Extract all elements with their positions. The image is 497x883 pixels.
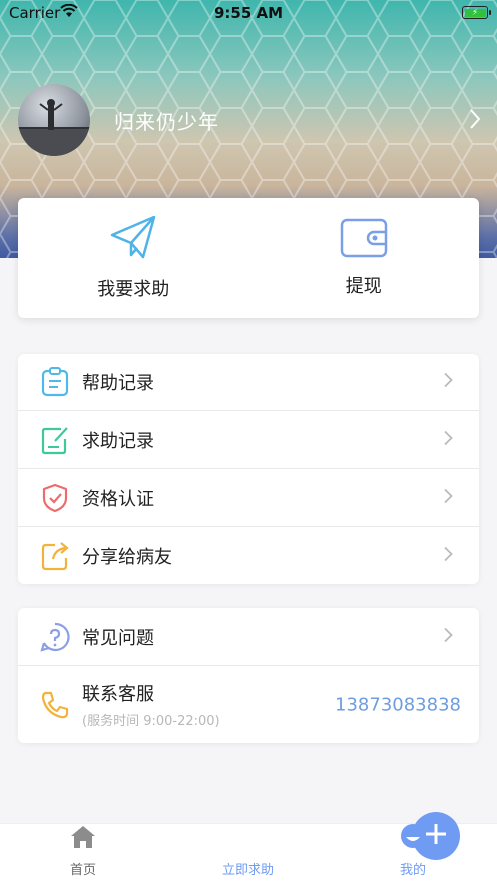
tab-bar: 首页 立即求助 我的 — [0, 812, 497, 883]
menu-item-help-records[interactable]: 帮助记录 — [18, 354, 479, 411]
chevron-right-icon — [444, 627, 453, 646]
share-icon — [40, 541, 70, 571]
chevron-right-icon — [444, 372, 453, 392]
chevron-right-icon — [444, 430, 453, 449]
question-icon — [40, 622, 70, 652]
tab-help-now[interactable]: 立即求助 — [188, 812, 460, 883]
shield-check-icon — [40, 483, 70, 513]
edit-note-icon — [40, 425, 70, 455]
request-help-button[interactable]: 我要求助 — [18, 198, 249, 318]
service-hours: (服务时间 9:00-22:00) — [82, 714, 220, 729]
status-bar: Carrier 9:55 AM ⚡ — [0, 0, 497, 26]
phone-icon — [40, 690, 70, 720]
menu-item-contact-service[interactable]: 联系客服 (服务时间 9:00-22:00) 13873083838 — [18, 666, 479, 743]
clipboard-icon — [40, 367, 70, 397]
battery-icon: ⚡ — [462, 6, 491, 19]
home-icon — [70, 825, 96, 853]
paper-plane-icon — [109, 215, 157, 265]
chevron-right-icon — [444, 546, 453, 565]
menu-item-label: 求助记录 — [82, 430, 154, 452]
chevron-right-icon — [444, 488, 453, 507]
menu-item-label: 分享给病友 — [82, 546, 172, 568]
menu-item-request-records[interactable]: 求助记录 — [18, 411, 479, 469]
username[interactable]: 归来仍少年 — [114, 106, 219, 135]
menu-item-label: 帮助记录 — [82, 373, 154, 394]
menu-item-label: 资格认证 — [82, 488, 154, 510]
withdraw-label: 提现 — [345, 276, 382, 297]
support-menu: 常见问题 联系客服 (服务时间 9:00-22:00) 13873083838 — [18, 608, 479, 743]
service-phone-number[interactable]: 13873083838 — [335, 694, 461, 715]
tab-mine-label: 我的 — [399, 863, 426, 878]
menu-item-faq[interactable]: 常见问题 — [18, 608, 479, 666]
menu-item-share[interactable]: 分享给病友 — [18, 527, 479, 584]
chevron-right-icon[interactable] — [469, 108, 481, 134]
menu-item-qualification[interactable]: 资格认证 — [18, 469, 479, 527]
tab-home-label: 首页 — [69, 863, 96, 878]
wallet-icon — [340, 218, 388, 262]
request-help-label: 我要求助 — [97, 279, 170, 300]
avatar[interactable] — [18, 84, 90, 156]
clock: 9:55 AM — [213, 4, 284, 22]
user-face-icon — [400, 823, 426, 853]
menu-item-label: 常见问题 — [82, 627, 154, 649]
quick-actions-card: 我要求助 提现 — [18, 198, 479, 318]
withdraw-button[interactable]: 提现 — [249, 198, 480, 318]
menu-item-label: 联系客服 — [82, 684, 154, 705]
tab-mine[interactable]: 我的 — [353, 824, 473, 883]
tab-help-now-label: 立即求助 — [221, 863, 274, 878]
contact-text: 联系客服 (服务时间 9:00-22:00) — [82, 680, 220, 729]
records-menu: 帮助记录 求助记录 资格认证 分享给病友 — [18, 354, 479, 584]
tab-home[interactable]: 首页 — [23, 824, 143, 883]
